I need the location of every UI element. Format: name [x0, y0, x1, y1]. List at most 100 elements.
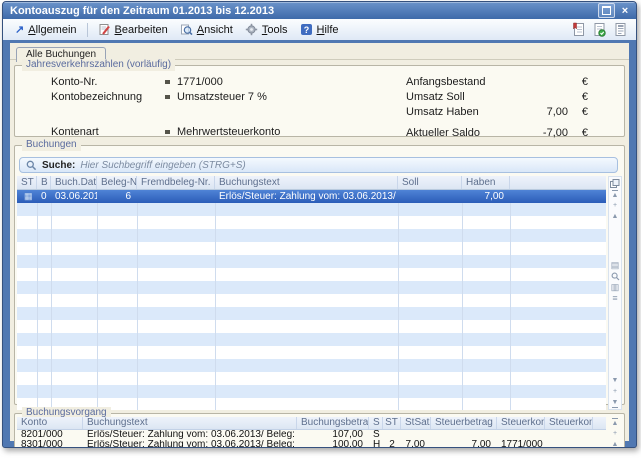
transaction-row[interactable]: 8201/000 Erlös/Steuer: Zahlung vom: 03.0…: [17, 430, 606, 440]
column-header-st[interactable]: ST: [383, 417, 401, 429]
field-umsatz-haben: Umsatz Haben 7,00 €: [406, 104, 588, 119]
bullet-icon: [165, 80, 170, 84]
field-umsatz-soll: Umsatz Soll €: [406, 89, 588, 104]
scroll-first-icon: ▲: [612, 418, 619, 428]
cell-steuerkonto1: [497, 430, 545, 440]
bookings-table: ST B Buch.Dat. Beleg-Nr. Fremdbeleg-Nr. …: [17, 176, 622, 410]
svg-text:?: ?: [303, 25, 309, 35]
menu-item-hilfe[interactable]: ? Hilfe: [294, 21, 345, 38]
scroll-down-button[interactable]: ▼: [609, 375, 621, 386]
zoom-button[interactable]: [609, 271, 621, 282]
close-icon: ×: [622, 5, 628, 17]
window-titlebar[interactable]: Kontoauszug für den Zeitraum 01.2013 bis…: [3, 2, 636, 19]
currency-symbol: €: [577, 76, 588, 88]
field-value: Mehrwertsteuerkonto: [177, 126, 280, 138]
search-input[interactable]: [80, 159, 611, 171]
zoom-icon: [611, 272, 620, 281]
empty-rows-area: [17, 203, 606, 410]
search-label: Suche:: [42, 160, 75, 171]
menu-label-ansicht: Ansicht: [197, 24, 233, 36]
search-bar[interactable]: Suche:: [19, 157, 618, 173]
field-label: Kontobezeichnung: [51, 91, 165, 103]
report-button[interactable]: [570, 22, 586, 38]
cell-haben: 7,00: [462, 190, 510, 203]
field-konto-nr: Konto-Nr. 1771/000: [51, 74, 381, 89]
menu-item-bearbeiten[interactable]: Bearbeiten: [92, 21, 174, 38]
window-title: Kontoauszug für den Zeitraum 01.2013 bis…: [10, 5, 598, 17]
cell-konto: 8201/000: [17, 430, 83, 440]
field-label: Umsatz Soll: [406, 91, 520, 103]
scroll-up-button[interactable]: ▲: [609, 211, 621, 222]
scroll-pageup-button[interactable]: +: [609, 428, 621, 439]
refresh-button[interactable]: [591, 22, 607, 38]
transaction-table-header: Konto Buchungstext Buchungsbetrag S ST S…: [17, 417, 606, 430]
list-view-button[interactable]: ▥: [609, 282, 621, 293]
transaction-row[interactable]: 8301/000 Erlös/Steuer: Zahlung vom: 03.0…: [17, 440, 606, 448]
screen: Kontoauszug für den Zeitraum 01.2013 bis…: [0, 0, 641, 462]
menu-label-tools: Tools: [262, 24, 288, 36]
columns-view-button[interactable]: ≡: [609, 293, 621, 304]
field-value: Umsatzsteuer 7 %: [177, 91, 267, 103]
page-down-icon: +: [613, 387, 617, 396]
column-header-buchungstext[interactable]: Buchungstext: [215, 176, 398, 189]
page-up-icon: +: [613, 201, 617, 210]
column-header-st[interactable]: ST: [17, 176, 37, 189]
cell-s: H: [369, 440, 383, 448]
column-header-b[interactable]: B: [37, 176, 51, 189]
detail-view-button[interactable]: ▤: [609, 260, 621, 271]
scroll-first-button[interactable]: ▲: [609, 189, 621, 200]
column-header-soll[interactable]: Soll: [398, 176, 462, 189]
restore-button[interactable]: [598, 3, 615, 18]
menu-item-tools[interactable]: Tools: [239, 21, 294, 38]
menu-label-hilfe: Hilfe: [317, 24, 339, 36]
scroll-pagedown-button[interactable]: +: [609, 386, 621, 397]
record-grid-icon: ▦: [21, 191, 33, 201]
list-export-button[interactable]: [612, 22, 628, 38]
column-header-s[interactable]: S: [369, 417, 383, 429]
bullet-icon: [165, 95, 170, 99]
column-header-steuerkonto2[interactable]: Steuerkonto 2: [545, 417, 593, 429]
down-arrow-icon: ▼: [612, 376, 619, 385]
currency-symbol: €: [577, 106, 588, 118]
jump-arrow-icon: ↗: [15, 25, 24, 35]
section-title: Jahresverkehrszahlen (vorläufig): [22, 59, 175, 71]
field-label: Aktueller Saldo: [406, 127, 520, 139]
cell-steuerkonto1: 1771/000: [497, 440, 545, 448]
column-header-stsatz[interactable]: StSatz: [401, 417, 431, 429]
column-header-haben[interactable]: Haben: [462, 176, 510, 189]
cell-fremdbelegnr: [137, 190, 215, 203]
scroll-first-button[interactable]: ▲: [609, 417, 621, 428]
menu-item-ansicht[interactable]: Ansicht: [174, 21, 239, 38]
column-header-buchdat[interactable]: Buch.Dat.: [51, 176, 97, 189]
column-chooser-button[interactable]: [609, 178, 621, 189]
column-chooser-icon: [610, 179, 620, 188]
report-icon: [572, 22, 585, 37]
refresh-icon: [593, 22, 606, 37]
booking-row[interactable]: ▦ 0 03.06.2013 6 Erlös/Steuer: Zahlung v…: [17, 190, 606, 203]
scroll-up-button[interactable]: ▲: [609, 439, 621, 448]
menu-item-allgemein[interactable]: ↗ Allgemein: [9, 22, 83, 38]
column-header-buchungstext[interactable]: Buchungstext: [83, 417, 297, 429]
column-header-buchungsbetrag[interactable]: Buchungsbetrag: [297, 417, 369, 429]
section-buchungsvorgang: Buchungsvorgang Konto Buchungstext Buchu…: [14, 413, 625, 448]
column-header-fremdbelegnr[interactable]: Fremdbeleg-Nr.: [137, 176, 215, 189]
cell-st: 2: [383, 440, 401, 448]
cell-stsatz: 7,00: [401, 440, 431, 448]
field-anfangsbestand: Anfangsbestand €: [406, 74, 588, 89]
scroll-last-button[interactable]: ▼: [609, 397, 621, 408]
account-fields: Konto-Nr. 1771/000 Kontobezeichnung Umsa…: [51, 74, 381, 140]
tab-strip: Alle Buchungen: [10, 43, 629, 60]
column-header-steuerkonto1[interactable]: Steuerkonto 1: [497, 417, 545, 429]
content-frame: Alle Buchungen Jahresverkehrszahlen (vor…: [3, 40, 636, 447]
column-header-konto[interactable]: Konto: [17, 417, 83, 429]
scroll-pageup-button[interactable]: +: [609, 200, 621, 211]
column-header-steuerbetrag[interactable]: Steuerbetrag: [431, 417, 497, 429]
column-header-belegnr[interactable]: Beleg-Nr.: [97, 176, 137, 189]
cell-konto: 8301/000: [17, 440, 83, 448]
edit-icon: [98, 23, 111, 36]
columns-view-icon: ≡: [612, 294, 617, 303]
field-label: Konto-Nr.: [51, 76, 165, 88]
cell-buchungstext: Erlös/Steuer: Zahlung vom: 03.06.2013/ B…: [83, 430, 297, 440]
field-kontobezeichnung: Kontobezeichnung Umsatzsteuer 7 %: [51, 89, 381, 104]
close-button[interactable]: ×: [618, 4, 632, 17]
